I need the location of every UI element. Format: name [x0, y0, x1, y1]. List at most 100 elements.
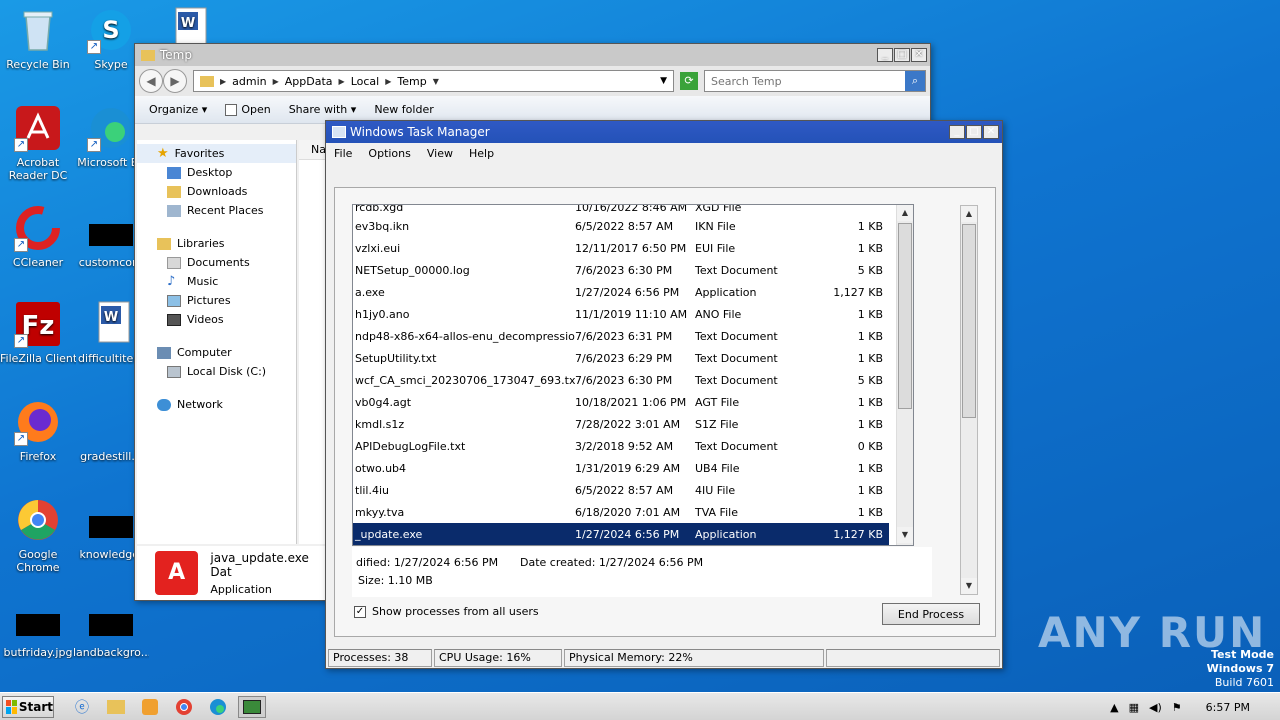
breadcrumb-admin[interactable]: admin	[232, 75, 266, 88]
shortcut-arrow-icon: ↗	[14, 138, 28, 152]
address-dropdown-icon[interactable]: ▼	[660, 76, 667, 86]
explorer-folder-icon[interactable]	[102, 696, 130, 718]
minimize-button[interactable]: _	[877, 48, 893, 62]
table-row[interactable]: SetupUtility.txt 7/6/2023 6:29 PM Text Doc…	[353, 347, 889, 369]
scroll-up-icon[interactable]: ▲	[897, 205, 913, 221]
maximize-button[interactable]: □	[894, 48, 910, 62]
minimize-button[interactable]: _	[949, 125, 965, 139]
organize-menu[interactable]: Organize ▾	[149, 103, 207, 116]
nav-desktop[interactable]: Desktop	[137, 163, 296, 182]
task-manager-titlebar[interactable]: Windows Task Manager _ □ ✕	[326, 121, 1002, 143]
table-row[interactable]: vb0g4.agt 10/18/2021 1:06 PM AGT File 1 KB	[353, 391, 889, 413]
address-bar[interactable]: ▶ admin ▶ AppData ▶ Local ▶ Temp ▼ ▼	[193, 70, 674, 92]
scroll-down-icon[interactable]: ▼	[897, 527, 913, 543]
close-button[interactable]: ✕	[911, 48, 927, 62]
scroll-up-icon[interactable]: ▲	[961, 206, 977, 222]
nav-recent-places[interactable]: Recent Places	[137, 201, 296, 220]
nav-network[interactable]: Network	[137, 395, 296, 414]
end-process-button[interactable]: End Process	[882, 603, 980, 625]
desktop-icon-chrome[interactable]: Google Chrome	[0, 496, 76, 574]
new-folder-button[interactable]: New folder	[374, 103, 433, 116]
file-list[interactable]: rcdb.xgd 10/16/2022 8:46 AM XGD File ev3…	[352, 204, 914, 546]
nav-local-disk[interactable]: Local Disk (C:)	[137, 362, 296, 381]
table-row[interactable]: mkyy.tva 6/18/2020 7:01 AM TVA File 1 KB	[353, 501, 889, 523]
table-row[interactable]: APIDebugLogFile.txt 3/2/2018 9:52 AM Text …	[353, 435, 889, 457]
table-row[interactable]: ndp48-x86-x64-allos-enu_decompression...…	[353, 325, 889, 347]
tray-network-icon[interactable]: ▦	[1129, 701, 1139, 714]
menu-help[interactable]: Help	[469, 147, 494, 160]
task-manager-taskbar-icon[interactable]	[238, 695, 266, 718]
ie-icon[interactable]: ⓔ	[68, 696, 96, 718]
open-button[interactable]: Open	[225, 103, 271, 116]
explorer-titlebar[interactable]: Temp _ □ ✕	[135, 44, 930, 66]
start-button[interactable]: Start	[2, 695, 54, 718]
file-size: 5 KB	[857, 373, 883, 387]
breadcrumb-local[interactable]: Local	[351, 75, 380, 88]
desktop-icon-ccleaner[interactable]: ↗ CCleaner	[0, 204, 76, 269]
file-date: 12/11/2017 6:50 PM	[575, 241, 687, 255]
menu-options[interactable]: Options	[368, 147, 410, 160]
nav-favorites[interactable]: ★ Favorites	[137, 144, 296, 163]
tray-volume-icon[interactable]: ◀)	[1149, 701, 1162, 714]
close-button[interactable]: ✕	[983, 125, 999, 139]
nav-videos[interactable]: Videos	[137, 310, 296, 329]
scroll-thumb[interactable]	[962, 224, 976, 418]
maximize-button[interactable]: □	[966, 125, 982, 139]
forward-button[interactable]: ▶	[163, 69, 187, 93]
back-button[interactable]: ◀	[139, 69, 163, 93]
task-manager-window[interactable]: Windows Task Manager _ □ ✕ File Options …	[325, 120, 1003, 669]
svg-text:W: W	[104, 310, 118, 325]
table-row[interactable]: wcf_CA_smci_20230706_173047_693.txt 7/6/2…	[353, 369, 889, 391]
nav-documents[interactable]: Documents	[137, 253, 296, 272]
table-row[interactable]: vzlxi.eui 12/11/2017 6:50 PM EUI File 1 KB	[353, 237, 889, 259]
clock[interactable]: 6:57 PM	[1206, 701, 1250, 714]
outer-scrollbar[interactable]: ▲ ▼	[960, 205, 978, 595]
libraries-icon	[157, 237, 171, 250]
refresh-icon[interactable]: ⟳	[680, 72, 698, 90]
table-row[interactable]: ev3bq.ikn 6/5/2022 8:57 AM IKN File 1 KB	[353, 215, 889, 237]
desktop-icon-landbackground[interactable]: landbackgro...	[73, 594, 149, 659]
search-input[interactable]	[705, 72, 905, 90]
details-filetype: Application	[210, 582, 272, 596]
desktop-icon-butfriday[interactable]: butfriday.jpg	[0, 594, 76, 659]
file-type: EUI File	[695, 241, 736, 255]
media-player-icon[interactable]	[136, 696, 164, 718]
table-row[interactable]: kmdl.s1z 7/28/2022 3:01 AM S1Z File 1 KB	[353, 413, 889, 435]
nav-downloads[interactable]: Downloads	[137, 182, 296, 201]
file-list-scrollbar[interactable]: ▲ ▼	[896, 205, 913, 545]
desktop-icon-recycle-bin[interactable]: Recycle Bin	[0, 6, 76, 71]
desktop-icon	[167, 166, 181, 179]
table-row[interactable]: h1jy0.ano 11/1/2019 11:10 AM ANO File 1 KB	[353, 303, 889, 325]
nav-music[interactable]: ♪ Music	[137, 272, 296, 291]
show-all-users-checkbox[interactable]: ✓	[354, 605, 366, 618]
file-thumbnail-icon	[87, 204, 135, 252]
file-name: APIDebugLogFile.txt	[355, 439, 466, 453]
table-row[interactable]: otwo.ub4 1/31/2019 6:29 AM UB4 File 1 KB	[353, 457, 889, 479]
breadcrumb-appdata[interactable]: AppData	[285, 75, 333, 88]
table-row[interactable]: NETSetup_00000.log 7/6/2023 6:30 PM Text D…	[353, 259, 889, 281]
edge-taskbar-icon[interactable]	[204, 696, 232, 718]
file-type: Text Document	[695, 351, 778, 365]
menu-view[interactable]: View	[427, 147, 453, 160]
file-name: a.exe	[355, 285, 385, 299]
tray-flag-icon[interactable]: ⚑	[1172, 701, 1182, 714]
menu-file[interactable]: File	[334, 147, 352, 160]
chrome-taskbar-icon[interactable]	[170, 696, 198, 718]
desktop-icon-acrobat[interactable]: ↗ Acrobat Reader DC	[0, 104, 76, 182]
desktop-icon-filezilla[interactable]: Fz ↗ FileZilla Client	[0, 300, 76, 365]
show-all-users-row[interactable]: ✓ Show processes from all users	[354, 605, 539, 618]
scroll-thumb[interactable]	[898, 223, 912, 409]
table-row[interactable]: tlil.4iu 6/5/2022 8:57 AM 4IU File 1 KB	[353, 479, 889, 501]
search-icon[interactable]: ⌕	[905, 71, 925, 91]
nav-pictures[interactable]: Pictures	[137, 291, 296, 310]
scroll-down-icon[interactable]: ▼	[961, 578, 977, 594]
breadcrumb-temp[interactable]: Temp	[397, 75, 426, 88]
nav-libraries[interactable]: Libraries	[137, 234, 296, 253]
share-with-menu[interactable]: Share with ▾	[289, 103, 357, 116]
nav-computer[interactable]: Computer	[137, 343, 296, 362]
table-row[interactable]: a.exe 1/27/2024 6:56 PM Application 1,127 K…	[353, 281, 889, 303]
tray-expand-icon[interactable]: ▲	[1110, 701, 1118, 714]
desktop-icon-firefox[interactable]: ↗ Firefox	[0, 398, 76, 463]
table-row-selected[interactable]: _update.exe 1/27/2024 6:56 PM Application 1…	[353, 523, 889, 545]
search-box[interactable]: ⌕	[704, 70, 926, 92]
